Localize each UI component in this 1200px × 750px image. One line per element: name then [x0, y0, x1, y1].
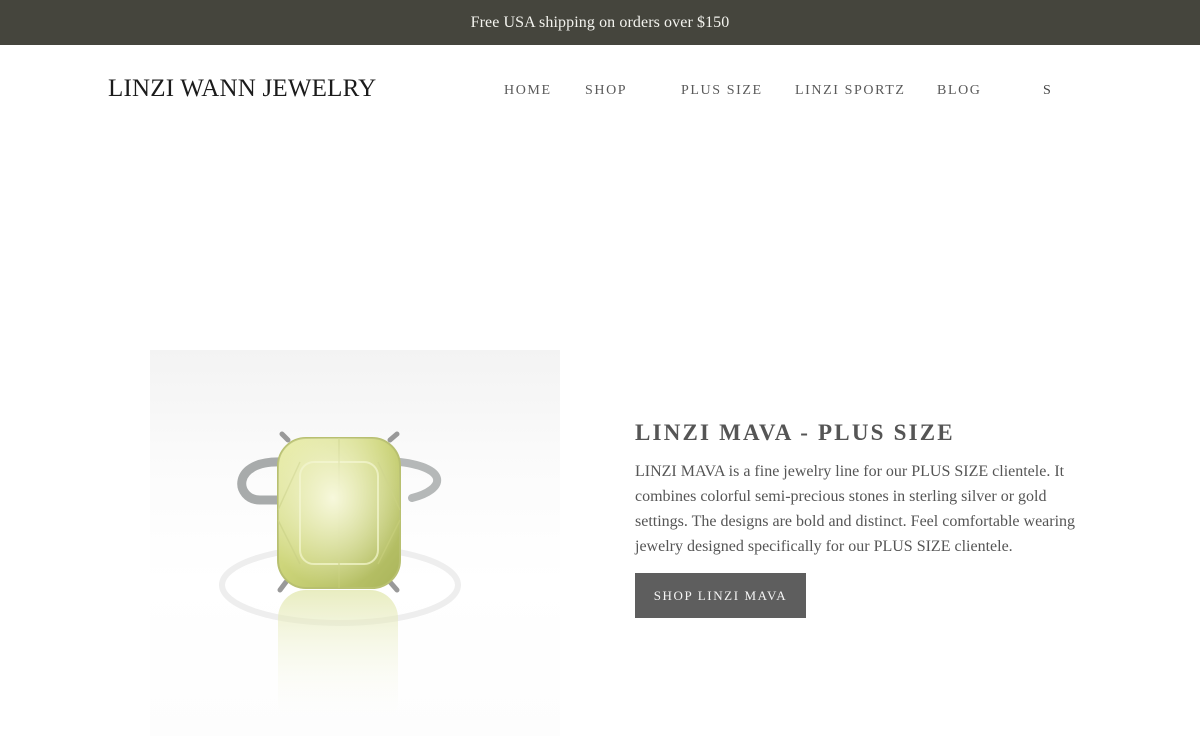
- nav-linzi-sportz[interactable]: LINZI SPORTZ: [795, 83, 906, 99]
- nav-search-s[interactable]: S: [1043, 83, 1052, 99]
- nav-blog[interactable]: BLOG: [937, 83, 982, 99]
- site-logo[interactable]: LINZI WANN JEWELRY: [108, 75, 376, 103]
- nav-shop[interactable]: SHOP: [585, 83, 627, 99]
- feature-block: LINZI MAVA - PLUS SIZE LINZI MAVA is a f…: [635, 420, 1095, 618]
- ring-illustration: [219, 431, 461, 728]
- feature-description: LINZI MAVA is a fine jewelry line for ou…: [635, 463, 1076, 555]
- nav-home[interactable]: HOME: [504, 83, 552, 99]
- announcement-bar: Free USA shipping on orders over $150: [0, 0, 1200, 45]
- shop-linzi-mava-button[interactable]: SHOP LINZI MAVA: [635, 573, 806, 618]
- site-header: LINZI WANN JEWELRY HOME SHOP PLUS SIZE L…: [0, 45, 1200, 137]
- announcement-text[interactable]: Free USA shipping on orders over $150: [471, 14, 730, 32]
- feature-title: LINZI MAVA - PLUS SIZE: [635, 420, 955, 445]
- nav-plus-size[interactable]: PLUS SIZE: [681, 83, 763, 99]
- product-image[interactable]: [150, 350, 560, 736]
